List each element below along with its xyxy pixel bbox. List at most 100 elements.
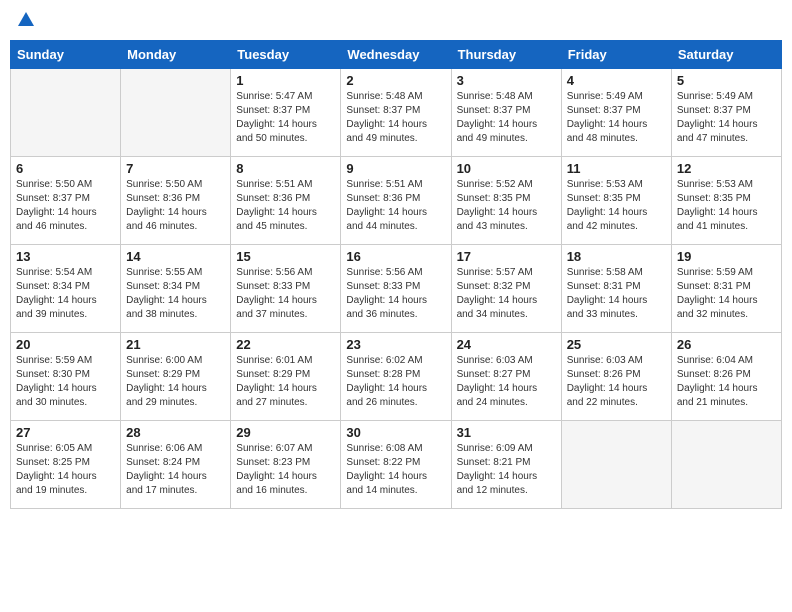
calendar-cell: 28 Sunrise: 6:06 AMSunset: 8:24 PMDayligh… [121, 421, 231, 509]
day-info: Sunrise: 5:49 AMSunset: 8:37 PMDaylight:… [567, 90, 666, 146]
day-info: Sunrise: 5:51 AMSunset: 8:36 PMDaylight:… [346, 178, 445, 234]
calendar-cell: 14 Sunrise: 5:55 AMSunset: 8:34 PMDayligh… [121, 245, 231, 333]
calendar-cell: 31 Sunrise: 6:09 AMSunset: 8:21 PMDayligh… [451, 421, 561, 509]
day-info: Sunrise: 5:50 AMSunset: 8:36 PMDaylight:… [126, 178, 225, 234]
day-info: Sunrise: 6:04 AMSunset: 8:26 PMDaylight:… [677, 354, 776, 410]
day-number: 3 [457, 73, 556, 88]
day-number: 25 [567, 337, 666, 352]
day-number: 18 [567, 249, 666, 264]
week-row-5: 27Sunrise: 6:05 AMSunset: 8:25 PMDayligh… [11, 421, 782, 509]
day-number: 1 [236, 73, 335, 88]
calendar-cell: 16Sunrise: 5:56 AMSunset: 8:33 PMDayligh… [341, 245, 451, 333]
calendar-cell: 27Sunrise: 6:05 AMSunset: 8:25 PMDayligh… [11, 421, 121, 509]
calendar-cell: 8 Sunrise: 5:51 AMSunset: 8:36 PMDaylight… [231, 157, 341, 245]
day-info: Sunrise: 6:07 AMSunset: 8:23 PMDaylight:… [236, 442, 335, 498]
calendar-cell: 4 Sunrise: 5:49 AMSunset: 8:37 PMDaylight… [561, 69, 671, 157]
day-number: 4 [567, 73, 666, 88]
calendar-cell: 20 Sunrise: 5:59 AMSunset: 8:30 PMDayligh… [11, 333, 121, 421]
calendar-cell: 12Sunrise: 5:53 AMSunset: 8:35 PMDayligh… [671, 157, 781, 245]
day-info: Sunrise: 5:54 AMSunset: 8:34 PMDaylight:… [16, 266, 115, 322]
calendar-cell: 10 Sunrise: 5:52 AMSunset: 8:35 PMDayligh… [451, 157, 561, 245]
calendar-cell: 6Sunrise: 5:50 AMSunset: 8:37 PMDaylight… [11, 157, 121, 245]
day-number: 2 [346, 73, 445, 88]
day-info: Sunrise: 6:09 AMSunset: 8:21 PMDaylight:… [457, 442, 556, 498]
day-number: 10 [457, 161, 556, 176]
day-number: 30 [346, 425, 445, 440]
day-info: Sunrise: 6:02 AMSunset: 8:28 PMDaylight:… [346, 354, 445, 410]
weekday-header-tuesday: Tuesday [231, 41, 341, 69]
day-info: Sunrise: 5:58 AMSunset: 8:31 PMDaylight:… [567, 266, 666, 322]
calendar-cell: 21 Sunrise: 6:00 AMSunset: 8:29 PMDayligh… [121, 333, 231, 421]
weekday-header-friday: Friday [561, 41, 671, 69]
calendar-cell: 18 Sunrise: 5:58 AMSunset: 8:31 PMDayligh… [561, 245, 671, 333]
weekday-header-sunday: Sunday [11, 41, 121, 69]
calendar-cell: 1 Sunrise: 5:47 AMSunset: 8:37 PMDaylight… [231, 69, 341, 157]
day-info: Sunrise: 5:48 AMSunset: 8:37 PMDaylight:… [346, 90, 445, 146]
day-number: 14 [126, 249, 225, 264]
day-info: Sunrise: 5:56 AMSunset: 8:33 PMDaylight:… [236, 266, 335, 322]
day-number: 24 [457, 337, 556, 352]
calendar-cell: 29 Sunrise: 6:07 AMSunset: 8:23 PMDayligh… [231, 421, 341, 509]
day-number: 29 [236, 425, 335, 440]
weekday-header-thursday: Thursday [451, 41, 561, 69]
calendar-cell: 30Sunrise: 6:08 AMSunset: 8:22 PMDayligh… [341, 421, 451, 509]
day-number: 22 [236, 337, 335, 352]
day-number: 12 [677, 161, 776, 176]
day-number: 21 [126, 337, 225, 352]
day-info: Sunrise: 5:48 AMSunset: 8:37 PMDaylight:… [457, 90, 556, 146]
calendar-cell [11, 69, 121, 157]
calendar-cell: 9 Sunrise: 5:51 AMSunset: 8:36 PMDaylight… [341, 157, 451, 245]
day-number: 31 [457, 425, 556, 440]
day-number: 17 [457, 249, 556, 264]
weekday-header-monday: Monday [121, 41, 231, 69]
week-row-4: 20 Sunrise: 5:59 AMSunset: 8:30 PMDayligh… [11, 333, 782, 421]
logo [14, 10, 36, 32]
day-number: 13 [16, 249, 115, 264]
calendar-cell: 25 Sunrise: 6:03 AMSunset: 8:26 PMDayligh… [561, 333, 671, 421]
day-number: 27 [16, 425, 115, 440]
week-row-2: 6Sunrise: 5:50 AMSunset: 8:37 PMDaylight… [11, 157, 782, 245]
day-number: 28 [126, 425, 225, 440]
day-number: 20 [16, 337, 115, 352]
day-number: 5 [677, 73, 776, 88]
page-header [10, 10, 782, 32]
day-number: 8 [236, 161, 335, 176]
day-info: Sunrise: 5:49 AMSunset: 8:37 PMDaylight:… [677, 90, 776, 146]
calendar-cell: 17 Sunrise: 5:57 AMSunset: 8:32 PMDayligh… [451, 245, 561, 333]
calendar-cell: 24 Sunrise: 6:03 AMSunset: 8:27 PMDayligh… [451, 333, 561, 421]
day-info: Sunrise: 6:03 AMSunset: 8:26 PMDaylight:… [567, 354, 666, 410]
calendar-cell [121, 69, 231, 157]
day-info: Sunrise: 5:55 AMSunset: 8:34 PMDaylight:… [126, 266, 225, 322]
day-number: 16 [346, 249, 445, 264]
calendar-cell: 2 Sunrise: 5:48 AMSunset: 8:37 PMDaylight… [341, 69, 451, 157]
day-info: Sunrise: 5:59 AMSunset: 8:31 PMDaylight:… [677, 266, 776, 322]
day-info: Sunrise: 6:06 AMSunset: 8:24 PMDaylight:… [126, 442, 225, 498]
weekday-header-saturday: Saturday [671, 41, 781, 69]
day-number: 11 [567, 161, 666, 176]
calendar-cell: 11 Sunrise: 5:53 AMSunset: 8:35 PMDayligh… [561, 157, 671, 245]
day-number: 9 [346, 161, 445, 176]
day-info: Sunrise: 5:57 AMSunset: 8:32 PMDaylight:… [457, 266, 556, 322]
day-number: 19 [677, 249, 776, 264]
day-number: 7 [126, 161, 225, 176]
day-info: Sunrise: 6:00 AMSunset: 8:29 PMDaylight:… [126, 354, 225, 410]
day-info: Sunrise: 5:53 AMSunset: 8:35 PMDaylight:… [567, 178, 666, 234]
week-row-3: 13 Sunrise: 5:54 AMSunset: 8:34 PMDayligh… [11, 245, 782, 333]
week-row-1: 1 Sunrise: 5:47 AMSunset: 8:37 PMDaylight… [11, 69, 782, 157]
calendar-cell: 26 Sunrise: 6:04 AMSunset: 8:26 PMDayligh… [671, 333, 781, 421]
calendar-cell: 19 Sunrise: 5:59 AMSunset: 8:31 PMDayligh… [671, 245, 781, 333]
calendar-cell: 7 Sunrise: 5:50 AMSunset: 8:36 PMDaylight… [121, 157, 231, 245]
day-info: Sunrise: 5:51 AMSunset: 8:36 PMDaylight:… [236, 178, 335, 234]
day-info: Sunrise: 5:47 AMSunset: 8:37 PMDaylight:… [236, 90, 335, 146]
calendar-cell: 5 Sunrise: 5:49 AMSunset: 8:37 PMDaylight… [671, 69, 781, 157]
day-info: Sunrise: 6:03 AMSunset: 8:27 PMDaylight:… [457, 354, 556, 410]
day-info: Sunrise: 5:52 AMSunset: 8:35 PMDaylight:… [457, 178, 556, 234]
calendar-cell: 22Sunrise: 6:01 AMSunset: 8:29 PMDayligh… [231, 333, 341, 421]
calendar-cell [671, 421, 781, 509]
calendar-cell: 23Sunrise: 6:02 AMSunset: 8:28 PMDayligh… [341, 333, 451, 421]
day-number: 26 [677, 337, 776, 352]
day-info: Sunrise: 5:59 AMSunset: 8:30 PMDaylight:… [16, 354, 115, 410]
calendar-table: SundayMondayTuesdayWednesdayThursdayFrid… [10, 40, 782, 509]
calendar-cell: 13 Sunrise: 5:54 AMSunset: 8:34 PMDayligh… [11, 245, 121, 333]
day-number: 15 [236, 249, 335, 264]
